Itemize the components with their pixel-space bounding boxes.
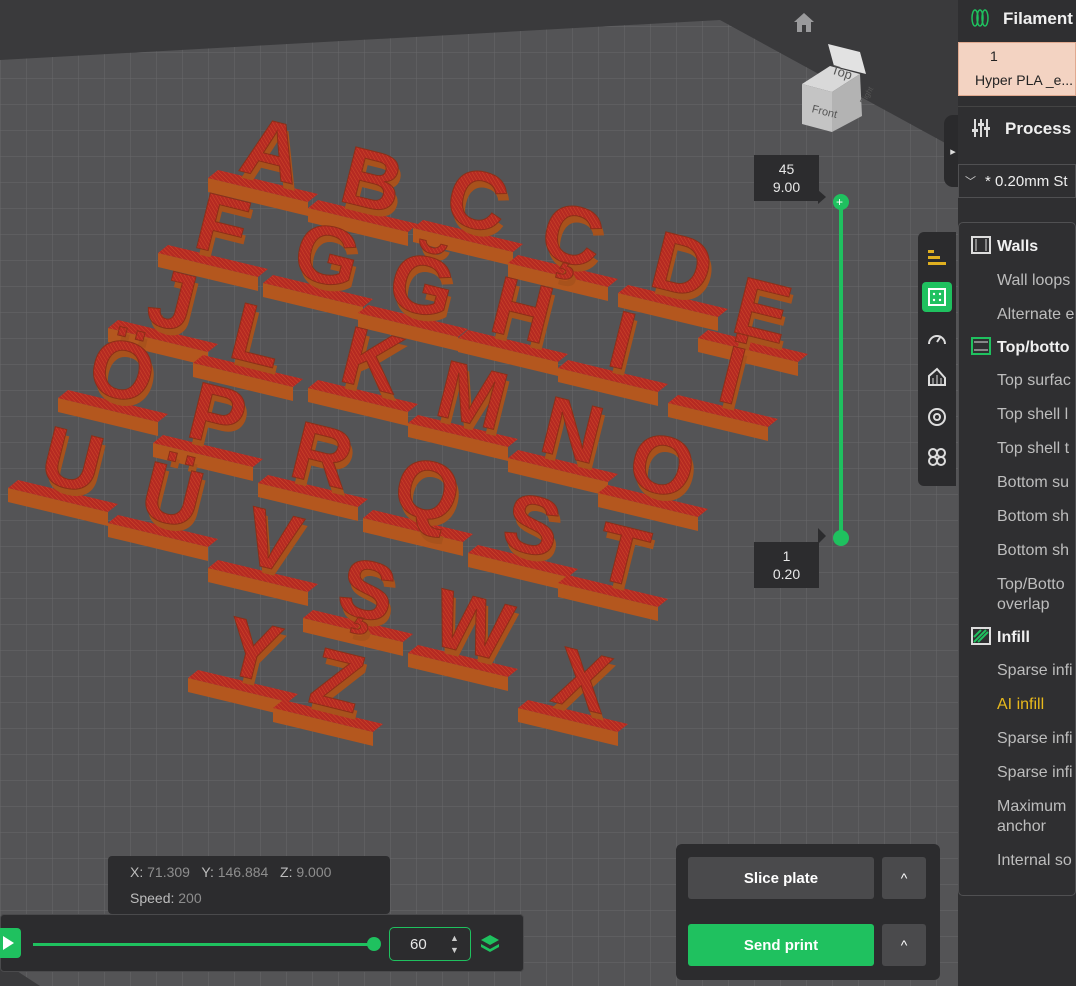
clover-icon[interactable] bbox=[922, 442, 952, 472]
z-value: 9.000 bbox=[296, 864, 332, 880]
setting-ai-infill[interactable]: AI infill bbox=[997, 695, 1044, 715]
speed-value: 200 bbox=[178, 890, 202, 906]
view-tool-strip bbox=[918, 232, 956, 486]
setting-sparse-infill-density[interactable]: Sparse infi bbox=[997, 661, 1073, 681]
filament-icon bbox=[970, 8, 990, 33]
play-button[interactable] bbox=[0, 928, 21, 958]
setting-bottom-surface-pattern[interactable]: Bottom su bbox=[997, 473, 1069, 493]
collapse-panel-arrow[interactable]: ▸ bbox=[944, 115, 958, 187]
playback-speed-stepper[interactable]: 60 ▲ ▼ bbox=[389, 927, 471, 961]
setting-bottom-shell-thickness[interactable]: Bottom sh bbox=[997, 541, 1069, 561]
setting-top-bottom-overlap[interactable]: Top/Botto overlap bbox=[997, 575, 1076, 615]
line-type-icon[interactable] bbox=[922, 282, 952, 312]
layer-height-icon[interactable] bbox=[922, 242, 952, 272]
bottom-layer-number: 1 bbox=[782, 548, 791, 564]
setting-sparse-infill-pattern[interactable]: Sparse infi bbox=[997, 729, 1073, 749]
gcode-playback-bar: 60 ▲ ▼ bbox=[0, 914, 524, 972]
y-value: 146.884 bbox=[217, 864, 269, 880]
speed-gauge-icon[interactable] bbox=[922, 324, 952, 354]
send-print-button[interactable]: Send print bbox=[688, 924, 874, 966]
svg-text:+: + bbox=[836, 195, 843, 209]
filament-slot-1[interactable]: 1 Hyper PLA _e... bbox=[958, 42, 1076, 96]
send-dropdown-caret[interactable]: ^ bbox=[882, 924, 926, 966]
top-layer-label: 45 9.00 bbox=[754, 155, 819, 201]
filament-title: Filament bbox=[1003, 9, 1073, 28]
svg-text:Right: Right bbox=[858, 84, 876, 105]
setting-top-shell-layers[interactable]: Top shell l bbox=[997, 405, 1068, 425]
setting-alternate-extra-wall[interactable]: Alternate e bbox=[997, 305, 1074, 325]
filament-index: 1 bbox=[990, 48, 998, 64]
slice-dropdown-caret[interactable]: ^ bbox=[882, 857, 926, 899]
setting-wall-loops[interactable]: Wall loops bbox=[997, 271, 1070, 291]
top-layer-number: 45 bbox=[778, 161, 795, 177]
setting-top-surface-pattern[interactable]: Top surfac bbox=[997, 371, 1071, 391]
top-bottom-shell-icon bbox=[971, 337, 991, 355]
settings-list: Walls Wall loops Alternate e Top/botto T… bbox=[958, 222, 1076, 896]
settings-panel: Filament 1 Hyper PLA _e... Process ﹀ * 0… bbox=[958, 0, 1076, 986]
section-top-bottom[interactable]: Top/botto bbox=[971, 337, 1070, 357]
view-navigation-cube[interactable]: Top Front Right bbox=[800, 40, 908, 155]
top-layer-height: 9.00 bbox=[772, 179, 801, 195]
walls-icon bbox=[971, 236, 991, 254]
bottom-layer-handle bbox=[833, 530, 849, 546]
process-icon bbox=[970, 117, 992, 144]
process-preset-select[interactable]: ﹀ * 0.20mm St bbox=[958, 164, 1076, 198]
stepper-arrows-icon[interactable]: ▲ ▼ bbox=[450, 932, 459, 956]
section-infill[interactable]: Infill bbox=[971, 627, 1030, 647]
filament-name: Hyper PLA _e... bbox=[975, 72, 1074, 88]
3d-preview-viewport[interactable]: AABBCCÇÇDDEEFFGGĞĞHHIIİİJJLLKKMMNNOOÖÖPP… bbox=[0, 0, 958, 986]
setting-internal-solid-infill[interactable]: Internal so bbox=[997, 851, 1072, 871]
setting-maximum-anchor[interactable]: Maximum anchor bbox=[997, 797, 1076, 837]
setting-sparse-infill-anchor[interactable]: Sparse infi bbox=[997, 763, 1073, 783]
slice-actions: Slice plate ^ Send print ^ bbox=[676, 844, 940, 980]
bottom-layer-label: 1 0.20 bbox=[754, 542, 819, 588]
section-walls[interactable]: Walls bbox=[971, 236, 1038, 256]
process-title: Process bbox=[1005, 119, 1072, 138]
layer-slider[interactable]: + bbox=[754, 150, 864, 600]
home-icon[interactable] bbox=[791, 10, 817, 34]
playback-value: 60 bbox=[410, 936, 427, 953]
setting-top-shell-thickness[interactable]: Top shell t bbox=[997, 439, 1069, 459]
target-icon[interactable] bbox=[922, 402, 952, 432]
slice-plate-button[interactable]: Slice plate bbox=[688, 857, 874, 899]
chevron-down-icon: ﹀ bbox=[965, 176, 976, 188]
position-readout: X: 71.309 Y: 146.884 Z: 9.000 Speed: 200 bbox=[108, 856, 390, 914]
support-icon[interactable] bbox=[922, 362, 952, 392]
setting-bottom-shell-layers[interactable]: Bottom sh bbox=[997, 507, 1069, 527]
bottom-layer-height: 0.20 bbox=[772, 566, 801, 582]
x-value: 71.309 bbox=[147, 864, 190, 880]
move-progress-track[interactable] bbox=[33, 943, 373, 946]
preset-value: * 0.20mm St bbox=[985, 173, 1068, 190]
infill-icon bbox=[971, 627, 991, 645]
stacked-layers-icon[interactable] bbox=[479, 933, 501, 955]
move-progress-handle[interactable] bbox=[367, 937, 381, 951]
